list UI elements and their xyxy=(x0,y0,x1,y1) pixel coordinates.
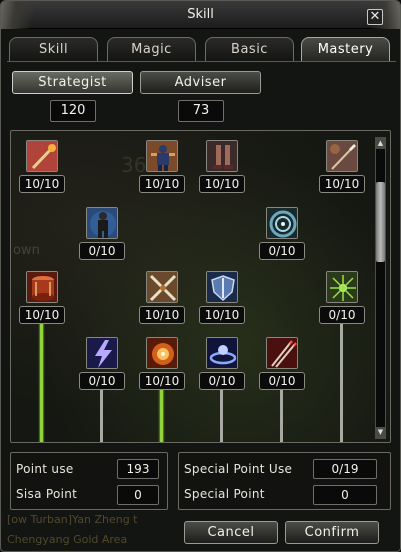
cancel-button[interactable]: Cancel xyxy=(184,521,278,544)
skill-node-frost-ring[interactable]: 0/10 xyxy=(199,337,245,390)
skill-level: 0/10 xyxy=(319,306,365,324)
skill-node-iron-shield[interactable]: 10/10 xyxy=(199,271,245,324)
point-use-label: Point use xyxy=(16,462,74,476)
skill-level: 10/10 xyxy=(199,306,245,324)
skill-node-spirit-burst[interactable]: 0/10 xyxy=(319,271,365,324)
tab-divider xyxy=(7,61,396,62)
skill-node-lightning[interactable]: 0/10 xyxy=(79,337,125,390)
tree-scrollbar[interactable]: ▲ ▼ xyxy=(375,137,386,439)
sisa-point-label: Sisa Point xyxy=(16,487,78,501)
point-use-value: 193 xyxy=(117,459,159,479)
crossed-blades-icon[interactable] xyxy=(146,271,178,303)
spirit-burst-icon[interactable] xyxy=(326,271,358,303)
connector-line-locked xyxy=(340,321,343,442)
staff-icon[interactable] xyxy=(26,140,58,172)
background-chat-line: Chengyang Gold Area xyxy=(7,533,128,546)
scroll-thumb[interactable] xyxy=(376,182,385,262)
tab-basic[interactable]: Basic xyxy=(205,37,294,61)
skill-level: 10/10 xyxy=(139,306,185,324)
skill-node-spear-thrust[interactable]: 10/10 xyxy=(319,140,365,193)
strategist-points: 120 xyxy=(50,100,96,122)
vortex-icon[interactable] xyxy=(266,207,298,239)
skill-level: 0/10 xyxy=(259,242,305,260)
connector-line-learned xyxy=(40,321,43,442)
skill-node-flame-orb[interactable]: 10/10 xyxy=(139,337,185,390)
scroll-up-icon[interactable]: ▲ xyxy=(376,138,385,149)
connector-line-locked xyxy=(220,389,223,442)
background-word: own xyxy=(13,243,40,258)
skill-tree-panel: 36 own 10/10 10/10 10/10 10/10 0/10 0/10… xyxy=(10,130,391,443)
adviser-points: 73 xyxy=(178,100,224,122)
confirm-button[interactable]: Confirm xyxy=(285,521,379,544)
window-title: Skill xyxy=(187,7,214,22)
class-adviser-button[interactable]: Adviser xyxy=(140,71,261,94)
skill-node-war-drum[interactable]: 10/10 xyxy=(19,271,65,324)
skill-level: 0/10 xyxy=(199,372,245,390)
scroll-down-icon[interactable]: ▼ xyxy=(376,427,385,438)
skill-node-iron-body[interactable]: 0/10 xyxy=(79,207,125,260)
connector-line-locked xyxy=(100,389,103,442)
special-point-label: Special Point xyxy=(184,487,265,501)
flame-orb-icon[interactable] xyxy=(146,337,178,369)
special-point-use-value: 0/19 xyxy=(313,459,377,479)
drum-icon[interactable] xyxy=(26,271,58,303)
skill-level: 10/10 xyxy=(139,175,185,193)
tab-skill[interactable]: Skill xyxy=(9,37,98,61)
skill-node-warrior-stance[interactable]: 10/10 xyxy=(139,140,185,193)
skill-node-twin-spear[interactable]: 0/10 xyxy=(259,337,305,390)
special-point-value: 0 xyxy=(313,485,377,505)
background-chat-line: [ow Turban]Yan Zheng t xyxy=(7,513,138,526)
skill-node-crossed-blades[interactable]: 10/10 xyxy=(139,271,185,324)
shield-icon[interactable] xyxy=(206,271,238,303)
special-point-use-label: Special Point Use xyxy=(184,462,293,476)
skill-level: 0/10 xyxy=(259,372,305,390)
tab-bar: Skill Magic Basic Mastery xyxy=(9,37,394,61)
class-strategist-button[interactable]: Strategist xyxy=(12,71,133,94)
skill-level: 10/10 xyxy=(19,306,65,324)
skill-level: 10/10 xyxy=(319,175,365,193)
skill-node-swift-boots[interactable]: 10/10 xyxy=(199,140,245,193)
skill-level: 0/10 xyxy=(79,372,125,390)
skill-level: 10/10 xyxy=(139,372,185,390)
tab-magic[interactable]: Magic xyxy=(107,37,196,61)
skill-node-vortex[interactable]: 0/10 xyxy=(259,207,305,260)
connector-line-locked xyxy=(280,389,283,442)
skill-level: 10/10 xyxy=(19,175,65,193)
spear-icon[interactable] xyxy=(326,140,358,172)
point-usage-box: Point use 193 Sisa Point 0 xyxy=(10,452,168,510)
skill-node-staff-strike[interactable]: 10/10 xyxy=(19,140,65,193)
connector-line-learned xyxy=(160,389,163,442)
skill-window: Skill ✕ Skill Magic Basic Mastery Strate… xyxy=(0,0,401,552)
sisa-point-value: 0 xyxy=(117,485,159,505)
skill-level: 10/10 xyxy=(199,175,245,193)
iron-body-icon[interactable] xyxy=(86,207,118,239)
warrior-icon[interactable] xyxy=(146,140,178,172)
close-button[interactable]: ✕ xyxy=(367,9,383,25)
twin-spear-icon[interactable] xyxy=(266,337,298,369)
special-point-box: Special Point Use 0/19 Special Point 0 xyxy=(178,452,391,510)
lightning-icon[interactable] xyxy=(86,337,118,369)
tab-mastery[interactable]: Mastery xyxy=(301,37,390,61)
boots-icon[interactable] xyxy=(206,140,238,172)
skill-level: 0/10 xyxy=(79,242,125,260)
frost-ring-icon[interactable] xyxy=(206,337,238,369)
title-bar[interactable]: Skill ✕ xyxy=(1,1,400,29)
